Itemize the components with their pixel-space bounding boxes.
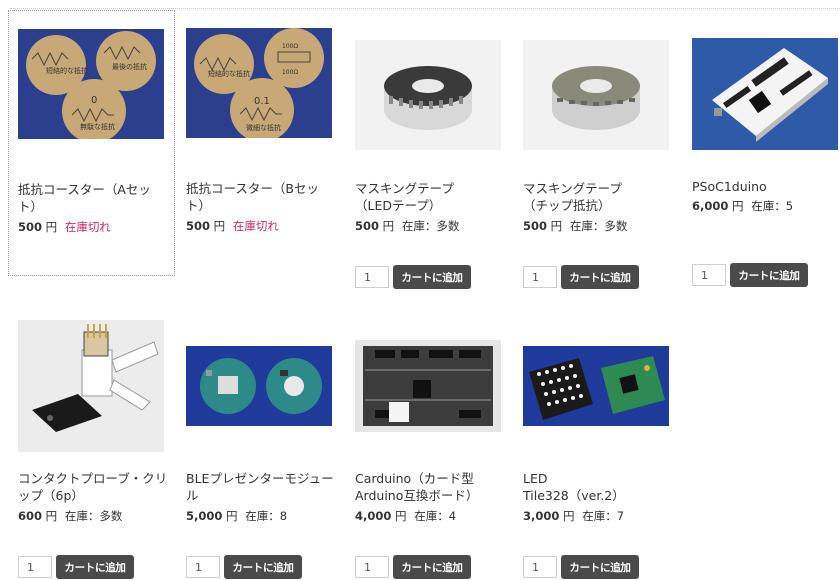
product-title[interactable]: 抵抗コースター（Bセット） [186,180,336,214]
currency: 円 [395,509,407,523]
price: 600 [18,509,43,523]
price-line: 5,000 円 在庫：8 [186,508,287,524]
product-title[interactable]: マスキングテープ （LEDテープ） [355,180,505,214]
coaster-label: 0 [91,95,97,106]
currency: 円 [732,199,744,213]
coaster-label: 100Ω [282,69,298,76]
currency: 円 [45,220,58,234]
stock-status: 在庫：多数 [64,509,123,523]
price: 6,000 [692,199,729,213]
price-line: 3,000 円 在庫：7 [523,508,624,524]
product-card-tape-led[interactable]: マスキングテープ （LEDテープ） 500 円 在庫：多数 カートに追加 [355,40,515,300]
coaster-label: 微細な抵抗 [246,123,281,132]
price-line: 600 円 在庫：多数 [18,508,122,524]
add-to-cart-button[interactable]: カートに追加 [730,263,808,287]
product-card-carduino[interactable]: Carduino（カード型Arduino互換ボード） 4,000 円 在庫：4 … [355,340,515,580]
currency: 円 [550,219,563,233]
quantity-input[interactable] [692,264,726,286]
coaster-label: 最後の抵抗 [112,62,147,71]
price-line: 4,000 円 在庫：4 [355,508,456,524]
add-to-cart-button[interactable]: カートに追加 [224,555,302,579]
product-title[interactable]: PSoC1duino [692,178,840,195]
currency: 円 [382,219,395,233]
quantity-input[interactable] [523,266,557,288]
stock-status: 在庫：7 [582,509,625,523]
product-title[interactable]: Carduino（カード型Arduino互換ボード） [355,470,505,504]
price-line: 500 円 在庫切れ [18,219,111,235]
add-to-cart-button[interactable]: カートに追加 [561,265,639,289]
currency: 円 [45,509,58,523]
stock-status: 在庫：4 [414,509,457,523]
coaster-label: 無駄な抵抗 [80,122,115,131]
currency: 円 [226,509,238,523]
price-line: 6,000 円 在庫：5 [692,198,793,214]
product-title[interactable]: マスキングテープ （チップ抵抗） [523,180,673,214]
product-image-contact-probe[interactable] [18,320,164,452]
stock-status: 在庫：多数 [569,219,628,233]
product-title[interactable]: BLEプレゼンターモジュール [186,470,336,504]
add-to-cart-button[interactable]: カートに追加 [393,265,471,289]
stock-status: 在庫：多数 [401,219,460,233]
quantity-input[interactable] [355,266,389,288]
quantity-input[interactable] [18,556,52,578]
product-card-psoc1duino[interactable]: PSoC1duino 6,000 円 在庫：5 カートに追加 [692,38,840,300]
add-to-cart-button[interactable]: カートに追加 [56,555,134,579]
stock-status: 在庫：5 [751,199,794,213]
product-image-carduino[interactable] [355,340,501,432]
product-image-psoc1duino[interactable] [692,38,838,150]
product-image-led-tile328[interactable] [523,346,669,426]
product-title[interactable]: コンタクトプローブ・クリップ（6p） [18,470,168,504]
coaster-label: 短絡的な抵抗 [208,69,250,78]
add-to-cart-button[interactable]: カートに追加 [393,555,471,579]
product-card-coaster-b[interactable]: 短絡的な抵抗 0.1 微細な抵抗 100Ω 100Ω 抵抗コースター（Bセット）… [186,28,346,268]
stock-status: 在庫切れ [64,220,111,234]
product-image-coaster-a[interactable]: 短絡的な抵抗 最後の抵抗 0 無駄な抵抗 [18,29,164,139]
product-image-ble-presenter[interactable] [186,346,332,426]
top-divider [10,8,840,9]
price: 500 [18,220,43,234]
product-card-ble-presenter[interactable]: BLEプレゼンターモジュール 5,000 円 在庫：8 カートに追加 [186,346,346,580]
quantity-input[interactable] [355,556,389,578]
currency: 円 [563,509,575,523]
coaster-label: 100Ω [282,43,298,50]
product-title[interactable]: LED Tile328（ver.2） [523,470,673,504]
price: 500 [186,219,211,233]
add-to-cart-button[interactable]: カートに追加 [561,555,639,579]
price: 3,000 [523,509,560,523]
price: 5,000 [186,509,223,523]
product-title[interactable]: 抵抗コースター（Aセット） [18,181,168,215]
stock-status: 在庫：8 [245,509,288,523]
price: 500 [355,219,380,233]
price: 4,000 [355,509,392,523]
product-card-contact-probe[interactable]: コンタクトプローブ・クリップ（6p） 600 円 在庫：多数 カートに追加 [18,320,178,580]
product-image-tape-led[interactable] [355,40,501,150]
price: 500 [523,219,548,233]
price-line: 500 円 在庫：多数 [523,218,627,234]
price-line: 500 円 在庫：多数 [355,218,459,234]
product-image-tape-chip[interactable] [523,40,669,150]
product-card-tape-chip[interactable]: マスキングテープ （チップ抵抗） 500 円 在庫：多数 カートに追加 [523,40,683,300]
currency: 円 [213,219,226,233]
quantity-input[interactable] [186,556,220,578]
quantity-input[interactable] [523,556,557,578]
stock-status: 在庫切れ [232,219,279,233]
product-card-led-tile328[interactable]: LED Tile328（ver.2） 3,000 円 在庫：7 カートに追加 [523,346,683,580]
product-image-coaster-b[interactable]: 短絡的な抵抗 0.1 微細な抵抗 100Ω 100Ω [186,28,332,138]
coaster-label: 0.1 [254,96,270,107]
product-card-coaster-a[interactable]: 短絡的な抵抗 最後の抵抗 0 無駄な抵抗 抵抗コースター（Aセット） 500 円… [8,10,175,276]
price-line: 500 円 在庫切れ [186,218,279,234]
coaster-label: 短絡的な抵抗 [46,66,88,75]
